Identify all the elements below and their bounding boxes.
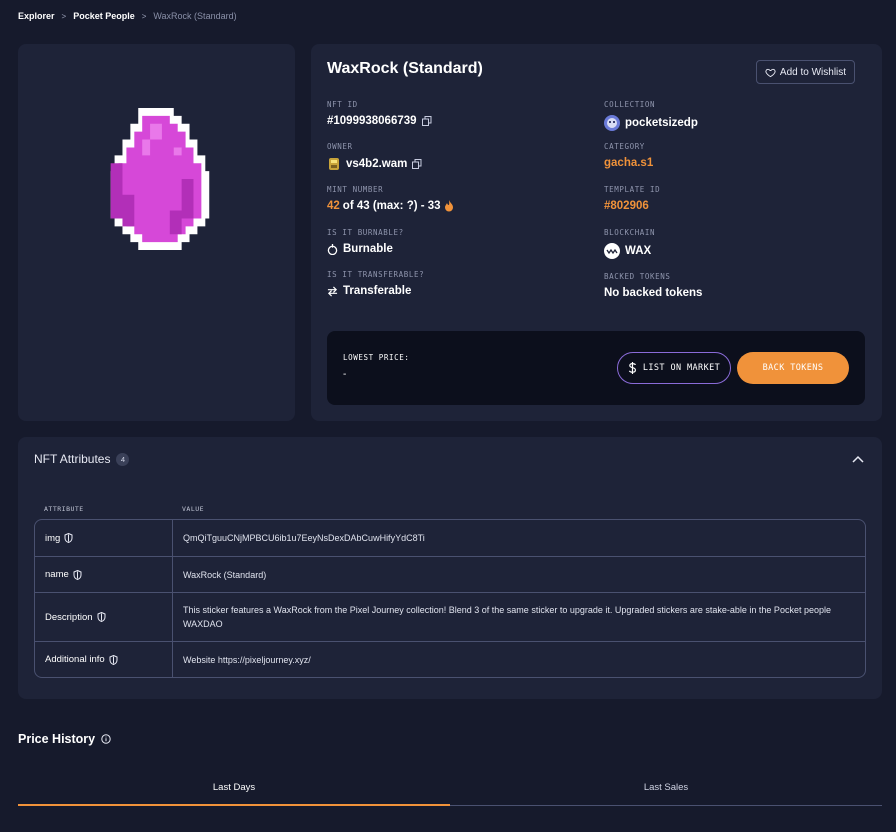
backed-tokens-value: No backed tokens bbox=[604, 287, 703, 299]
category-value[interactable]: gacha.s1 bbox=[604, 157, 653, 169]
owner-value[interactable]: vs4b2.wam bbox=[346, 158, 407, 170]
nft-id-label: NFT ID bbox=[327, 100, 358, 109]
value-column-header: VALUE bbox=[182, 505, 205, 513]
transfer-icon bbox=[327, 285, 338, 297]
breadcrumb: Explorer > Pocket People > WaxRock (Stan… bbox=[18, 11, 237, 21]
breadcrumb-separator: > bbox=[141, 11, 147, 21]
list-on-market-button[interactable]: LIST ON MARKET bbox=[617, 352, 731, 384]
owner-label: OWNER bbox=[327, 142, 353, 151]
dollar-icon bbox=[628, 362, 636, 374]
burnable-value: Burnable bbox=[343, 243, 393, 255]
blockchain-field: BLOCKCHAIN WAX bbox=[604, 228, 655, 259]
attributes-count-badge: 4 bbox=[116, 452, 130, 466]
nft-id-value: #1099938066739 bbox=[327, 115, 417, 127]
shield-icon bbox=[73, 569, 82, 580]
table-row: Additional info Website https://pixeljou… bbox=[35, 641, 865, 677]
owner-avatar-icon bbox=[329, 158, 339, 170]
mint-number: 42 bbox=[327, 200, 340, 212]
copy-icon[interactable] bbox=[421, 116, 432, 126]
breadcrumb-current: WaxRock (Standard) bbox=[153, 11, 237, 21]
attribute-key: Additional info bbox=[45, 654, 105, 665]
shield-icon bbox=[97, 612, 106, 622]
nft-attributes-section: NFT Attributes 4 ATTRIBUTE VALUE img QmQ… bbox=[18, 437, 882, 699]
list-on-market-label: LIST ON MARKET bbox=[642, 363, 721, 373]
nft-info-card: WaxRock (Standard) Add to Wishlist NFT I… bbox=[311, 44, 882, 421]
blockchain-value: WAX bbox=[625, 245, 652, 257]
burn-icon bbox=[327, 243, 338, 255]
lowest-price-label: LOWEST PRICE: bbox=[343, 353, 410, 362]
attribute-value: WaxRock (Standard) bbox=[183, 569, 267, 580]
collection-field: COLLECTION pocketsizedp bbox=[604, 100, 698, 131]
collection-label: COLLECTION bbox=[604, 100, 656, 109]
breadcrumb-collection[interactable]: Pocket People bbox=[73, 11, 135, 21]
nft-image bbox=[110, 108, 210, 250]
attributes-title: NFT Attributes bbox=[34, 452, 111, 466]
blockchain-label: BLOCKCHAIN bbox=[604, 228, 656, 237]
backed-tokens-field: BACKED TOKENS No backed tokens bbox=[604, 272, 702, 299]
tab-last-sales[interactable]: Last Sales bbox=[450, 770, 882, 806]
collection-avatar-icon bbox=[604, 115, 620, 131]
table-row: name WaxRock (Standard) bbox=[35, 556, 865, 592]
nft-id-field: NFT ID #1099938066739 bbox=[327, 100, 432, 127]
price-history-label: Price History bbox=[18, 732, 96, 746]
attribute-value: This sticker features a WaxRock from the… bbox=[183, 605, 831, 629]
fire-icon bbox=[444, 200, 453, 212]
shield-icon bbox=[64, 533, 73, 543]
attribute-key: Description bbox=[45, 611, 93, 623]
shield-icon bbox=[109, 654, 118, 665]
chevron-up-icon[interactable] bbox=[852, 454, 864, 464]
burnable-label: IS IT BURNABLE? bbox=[327, 228, 404, 237]
burnable-field: IS IT BURNABLE? Burnable bbox=[327, 228, 404, 255]
wax-icon bbox=[604, 243, 620, 259]
template-id-label: TEMPLATE ID bbox=[604, 185, 661, 194]
attribute-key: img bbox=[45, 532, 61, 544]
collection-value[interactable]: pocketsizedp bbox=[625, 117, 698, 129]
mint-number-field: MINT NUMBER 42 of 43 (max: ?) - 33 bbox=[327, 185, 454, 212]
add-to-wishlist-button[interactable]: Add to Wishlist bbox=[756, 60, 855, 84]
attribute-value: Website https://pixeljourney.xyz/ bbox=[183, 654, 311, 665]
nft-title: WaxRock (Standard) bbox=[327, 60, 483, 77]
transferable-field: IS IT TRANSFERABLE? Transferable bbox=[327, 270, 424, 297]
attributes-header[interactable]: NFT Attributes 4 bbox=[34, 452, 130, 466]
info-icon[interactable] bbox=[101, 734, 111, 744]
attributes-table: img QmQiTguuCNjMPBCU6ib1u7EeyNsDexDAbCuw… bbox=[34, 519, 866, 678]
breadcrumb-explorer[interactable]: Explorer bbox=[18, 11, 55, 21]
transferable-value: Transferable bbox=[343, 285, 412, 297]
breadcrumb-separator: > bbox=[61, 11, 67, 21]
copy-icon[interactable] bbox=[412, 159, 422, 169]
template-id-field: TEMPLATE ID #802906 bbox=[604, 185, 660, 212]
table-row: Description This sticker features a WaxR… bbox=[35, 592, 865, 641]
mint-supply: of 43 (max: ?) - 33 bbox=[342, 200, 441, 212]
nft-image-card bbox=[18, 44, 295, 421]
owner-field: OWNER vs4b2.wam bbox=[327, 142, 422, 171]
back-tokens-button[interactable]: BACK TOKENS bbox=[737, 352, 849, 384]
attribute-key: name bbox=[45, 569, 69, 580]
category-field: CATEGORY gacha.s1 bbox=[604, 142, 653, 169]
market-panel: LOWEST PRICE: - LIST ON MARKET BACK TOKE… bbox=[327, 331, 865, 405]
template-id-value[interactable]: #802906 bbox=[604, 200, 649, 212]
wishlist-label: Add to Wishlist bbox=[779, 66, 847, 78]
tab-last-days[interactable]: Last Days bbox=[18, 770, 450, 806]
price-history-title: Price History bbox=[18, 732, 111, 746]
category-label: CATEGORY bbox=[604, 142, 645, 151]
attribute-column-header: ATTRIBUTE bbox=[44, 505, 84, 513]
lowest-price-value: - bbox=[343, 369, 347, 380]
heart-icon bbox=[765, 68, 776, 77]
transferable-label: IS IT TRANSFERABLE? bbox=[327, 270, 425, 279]
mint-number-label: MINT NUMBER bbox=[327, 185, 384, 194]
table-row: img QmQiTguuCNjMPBCU6ib1u7EeyNsDexDAbCuw… bbox=[35, 520, 865, 556]
attribute-value: QmQiTguuCNjMPBCU6ib1u7EeyNsDexDAbCuwHify… bbox=[183, 533, 425, 543]
backed-tokens-label: BACKED TOKENS bbox=[604, 272, 671, 281]
